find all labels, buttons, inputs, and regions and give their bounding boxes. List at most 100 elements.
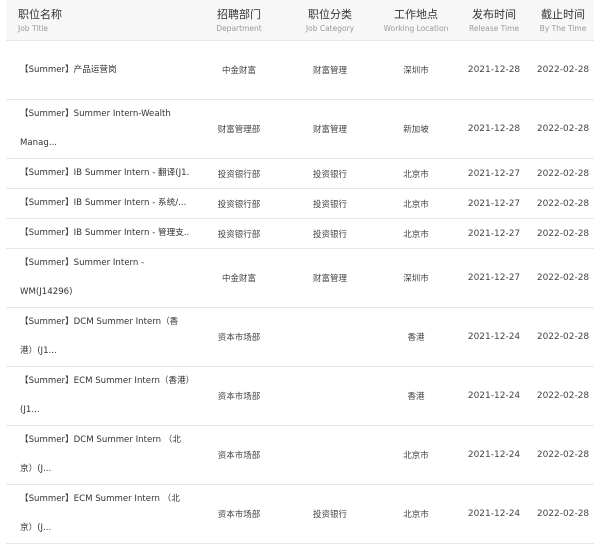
job-department: 资本市场部 bbox=[217, 333, 261, 343]
header-department-zh: 招聘部门 bbox=[217, 7, 261, 21]
job-deadline-date: 2022-02-28 bbox=[536, 65, 590, 75]
job-title-link[interactable]: 【Summer】Summer Intern-Wealth Manag... bbox=[6, 100, 194, 158]
header-location-en: Working Location bbox=[383, 23, 449, 33]
job-release-date: 2021-12-28 bbox=[467, 65, 521, 75]
job-category: 财富管理 bbox=[312, 66, 347, 76]
job-title-text: 【Summer】IB Summer Intern - 翻译(J1... bbox=[20, 168, 190, 178]
job-deadline-date: 2022-02-28 bbox=[536, 198, 590, 209]
job-row[interactable]: 【Summer】Summer Intern - WM(J14296) 中金财富 … bbox=[6, 249, 594, 308]
job-deadline-date: 2022-02-28 bbox=[536, 124, 590, 134]
job-department: 中金财富 bbox=[221, 66, 256, 76]
job-deadline-date: 2022-02-28 bbox=[536, 273, 590, 283]
job-location: 北京市 bbox=[403, 229, 429, 240]
job-release-date: 2021-12-24 bbox=[467, 391, 521, 401]
job-title-link[interactable]: 【Summer】IB Summer Intern - 翻译(J1... bbox=[6, 159, 194, 188]
job-title-link[interactable]: 【Summer】DCM Summer Intern（香港）(J1... bbox=[6, 308, 194, 366]
job-row[interactable]: 【Summer】IB Summer Intern - 系统/... 投资银行部 … bbox=[6, 189, 594, 219]
job-row[interactable]: 【Summer】DCM Summer Intern （北京）(J... 资本市场… bbox=[6, 426, 594, 485]
job-release-date: 2021-12-27 bbox=[467, 273, 521, 283]
job-location: 香港 bbox=[407, 392, 425, 402]
job-department: 投资银行部 bbox=[217, 169, 261, 180]
job-category bbox=[284, 426, 376, 484]
job-title-link[interactable]: 【Summer】DCM Summer Intern （北京）(J... bbox=[6, 426, 194, 484]
header-job-title: 职位名称 Job Title bbox=[6, 0, 194, 40]
header-release-time: 发布时间 Release Time bbox=[456, 0, 532, 40]
header-category-en: Job Category bbox=[305, 23, 355, 33]
job-title-text: 【Summer】ECM Summer Intern （北京）(J... bbox=[20, 494, 180, 533]
job-category: 财富管理 bbox=[312, 274, 347, 284]
job-title-link[interactable]: 【Summer】ECM Summer Intern （北京）(J... bbox=[6, 485, 194, 543]
header-job-title-zh: 职位名称 bbox=[18, 7, 62, 21]
job-category: 投资银行 bbox=[312, 199, 347, 210]
job-title-text: 【Summer】IB Summer Intern - 管理支... bbox=[20, 228, 190, 238]
job-category bbox=[284, 367, 376, 425]
header-location: 工作地点 Working Location bbox=[376, 0, 456, 40]
job-location: 北京市 bbox=[403, 451, 429, 461]
job-title-text: 【Summer】DCM Summer Intern （北京）(J... bbox=[20, 435, 181, 474]
job-deadline-date: 2022-02-28 bbox=[536, 168, 590, 179]
job-category: 投资银行 bbox=[312, 229, 347, 240]
job-category: 投资银行 bbox=[312, 510, 347, 520]
job-release-date: 2021-12-27 bbox=[467, 168, 521, 179]
job-location: 北京市 bbox=[403, 199, 429, 210]
job-row[interactable]: 【Summer】DCM Summer Intern（香港）(J1... 资本市场… bbox=[6, 308, 594, 367]
job-release-date: 2021-12-27 bbox=[467, 198, 521, 209]
job-location: 香港 bbox=[407, 333, 425, 343]
job-department: 资本市场部 bbox=[217, 392, 261, 402]
job-location: 北京市 bbox=[403, 169, 429, 180]
job-row[interactable]: 【Summer】IB Summer Intern - 管理支... 投资银行部 … bbox=[6, 219, 594, 249]
job-release-date: 2021-12-24 bbox=[467, 450, 521, 460]
job-deadline-date: 2022-02-28 bbox=[536, 228, 590, 239]
header-job-title-en: Job Title bbox=[18, 23, 49, 33]
job-deadline-date: 2022-02-28 bbox=[536, 509, 590, 519]
job-title-link[interactable]: 【Summer】IB Summer Intern - 系统/... bbox=[6, 189, 194, 218]
table-header: 职位名称 Job Title 招聘部门 Department 职位分类 Job … bbox=[6, 0, 594, 41]
job-title-link[interactable]: 【Summer】IB Summer Intern - 管理支... bbox=[6, 219, 194, 248]
job-title-text: 【Summer】产品运营岗 bbox=[20, 64, 117, 75]
header-deadline-zh: 截止时间 bbox=[541, 7, 585, 21]
job-row[interactable]: 【Summer】ECM Summer Intern （北京）(J... 资本市场… bbox=[6, 485, 594, 544]
header-category-zh: 职位分类 bbox=[308, 7, 352, 21]
job-department: 财富管理部 bbox=[217, 125, 261, 135]
job-release-date: 2021-12-28 bbox=[467, 124, 521, 134]
job-title-link[interactable]: 【Summer】Summer Intern - WM(J14296) bbox=[6, 249, 194, 307]
header-release-time-en: Release Time bbox=[468, 23, 520, 33]
job-location: 深圳市 bbox=[403, 274, 429, 284]
job-department: 投资银行部 bbox=[217, 229, 261, 240]
job-title-text: 【Summer】IB Summer Intern - 系统/... bbox=[20, 198, 187, 208]
header-category: 职位分类 Job Category bbox=[284, 0, 376, 40]
job-deadline-date: 2022-02-28 bbox=[536, 332, 590, 342]
job-row[interactable]: 【Summer】ECM Summer Intern（香港）(J1... 资本市场… bbox=[6, 367, 594, 426]
job-title-text: 【Summer】Summer Intern-Wealth Manag... bbox=[20, 109, 171, 148]
job-department: 资本市场部 bbox=[217, 451, 261, 461]
job-title-text: 【Summer】ECM Summer Intern（香港）(J1... bbox=[20, 376, 190, 415]
job-row[interactable]: 【Summer】产品运营岗 中金财富 财富管理 深圳市 2021-12-28 2… bbox=[6, 41, 594, 100]
job-deadline-date: 2022-02-28 bbox=[536, 450, 590, 460]
job-title-text: 【Summer】DCM Summer Intern（香港）(J1... bbox=[20, 317, 179, 356]
job-category bbox=[284, 308, 376, 366]
header-department-en: Department bbox=[216, 23, 262, 33]
header-department: 招聘部门 Department bbox=[194, 0, 284, 40]
job-listings-table: 职位名称 Job Title 招聘部门 Department 职位分类 Job … bbox=[6, 0, 594, 544]
job-location: 深圳市 bbox=[403, 66, 429, 76]
job-deadline-date: 2022-02-28 bbox=[536, 391, 590, 401]
job-category: 财富管理 bbox=[312, 125, 347, 135]
job-title-link[interactable]: 【Summer】ECM Summer Intern（香港）(J1... bbox=[6, 367, 194, 425]
job-title-text: 【Summer】Summer Intern - WM(J14296) bbox=[20, 258, 145, 297]
header-location-zh: 工作地点 bbox=[394, 7, 438, 21]
job-release-date: 2021-12-27 bbox=[467, 228, 521, 239]
job-release-date: 2021-12-24 bbox=[467, 509, 521, 519]
header-release-time-zh: 发布时间 bbox=[472, 7, 516, 21]
job-release-date: 2021-12-24 bbox=[467, 332, 521, 342]
job-location: 新加坡 bbox=[403, 125, 429, 135]
header-deadline: 截止时间 By The Time bbox=[532, 0, 594, 40]
job-row[interactable]: 【Summer】Summer Intern-Wealth Manag... 财富… bbox=[6, 100, 594, 159]
job-category: 投资银行 bbox=[312, 169, 347, 180]
job-department: 资本市场部 bbox=[217, 510, 261, 520]
job-title-link[interactable]: 【Summer】产品运营岗 bbox=[6, 41, 194, 99]
job-row[interactable]: 【Summer】IB Summer Intern - 翻译(J1... 投资银行… bbox=[6, 159, 594, 189]
job-location: 北京市 bbox=[403, 510, 429, 520]
job-department: 中金财富 bbox=[221, 274, 256, 284]
job-department: 投资银行部 bbox=[217, 199, 261, 210]
header-deadline-en: By The Time bbox=[539, 23, 587, 33]
